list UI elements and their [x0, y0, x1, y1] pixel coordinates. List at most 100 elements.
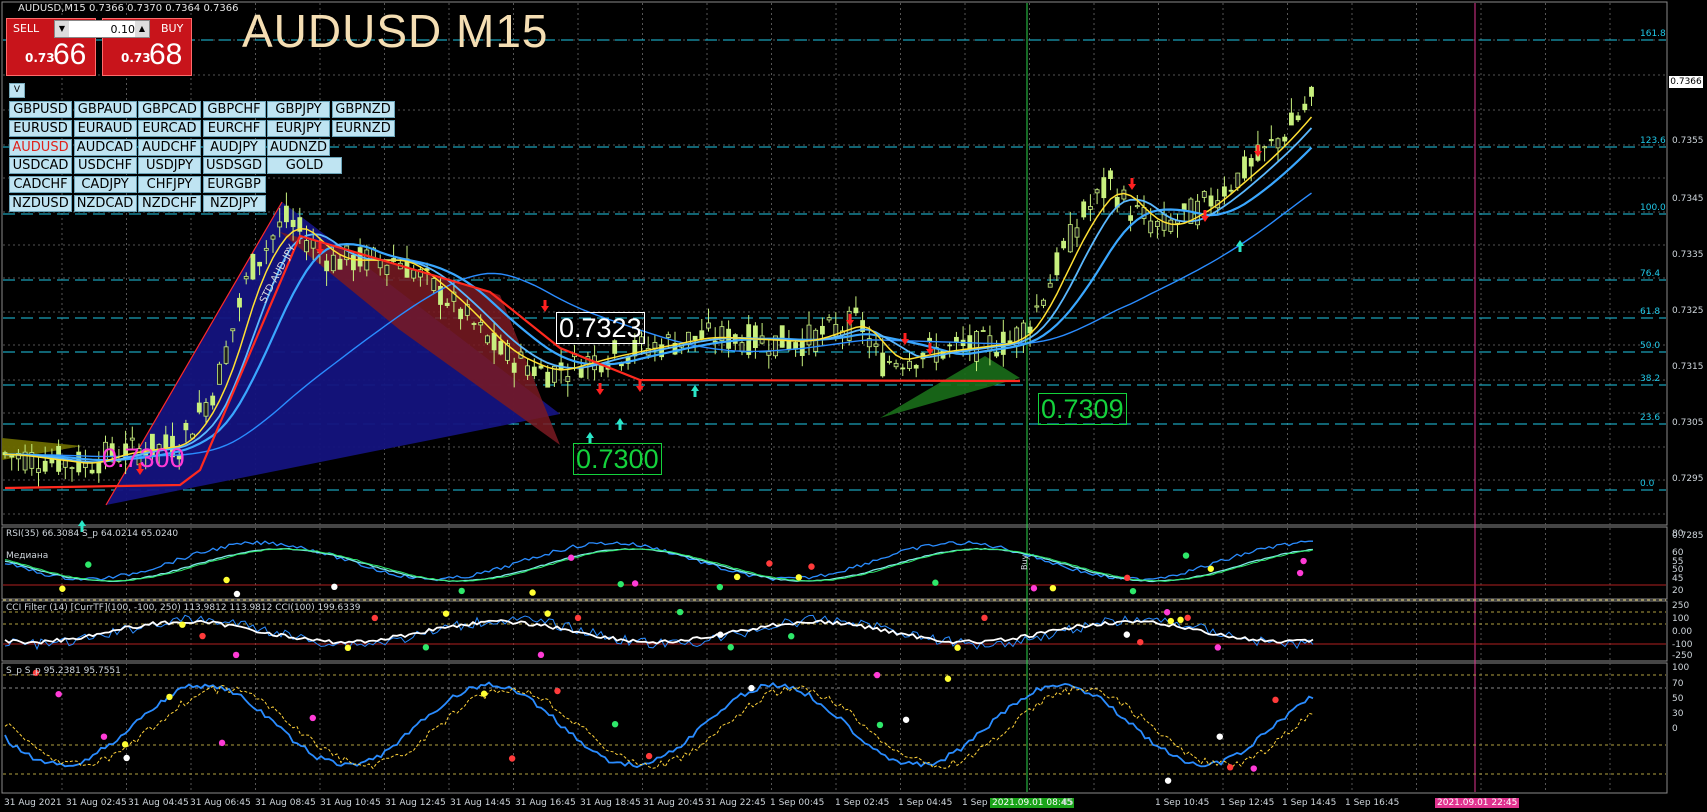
pair-button-eurgbp[interactable]: EURGBP [202, 176, 266, 194]
pair-button-audjpy[interactable]: AUDJPY [202, 138, 266, 156]
stoch-main-line [4, 681, 1314, 769]
signal-dot [85, 561, 92, 568]
candle-bear [1094, 189, 1100, 194]
candle-bear [129, 437, 135, 441]
signal-dot [442, 610, 450, 617]
lot-size-stepper[interactable]: ▼ ▲ [54, 20, 150, 38]
signal-dot [631, 580, 639, 587]
lot-increase-icon[interactable]: ▲ [135, 21, 149, 37]
signal-dot [199, 632, 206, 640]
pair-button-gbpusd[interactable]: GBPUSD [9, 101, 72, 118]
candle-bear [1041, 299, 1046, 306]
candle-bull [1282, 136, 1288, 142]
cci-level-label: -100 [1672, 640, 1693, 650]
pair-button-audcad[interactable]: AUDCAD [73, 138, 137, 156]
candle-bull [1054, 252, 1060, 276]
pair-button-chfjpy[interactable]: CHFJPY [138, 176, 201, 194]
green-wedge [880, 356, 1020, 418]
lot-size-input[interactable] [71, 21, 137, 37]
pair-button-eurjpy[interactable]: EURJPY [267, 119, 330, 137]
pair-button-audnzd[interactable]: AUDNZD [267, 138, 330, 156]
lot-decrease-icon[interactable]: ▼ [55, 21, 69, 37]
pair-button-nzdchf[interactable]: NZDCHF [138, 195, 201, 212]
fib-level-label: 50.0 [1640, 341, 1661, 351]
pair-button-cadjpy[interactable]: CADJPY [73, 176, 137, 194]
candle-bear [893, 362, 899, 368]
candle-bull [1061, 240, 1066, 249]
signal-dot [458, 587, 465, 595]
pair-button-gbpaud[interactable]: GBPAUD [73, 101, 137, 118]
signal-dot [554, 687, 561, 695]
pair-button-gbpcad[interactable]: GBPCAD [138, 101, 201, 118]
candle-bear [270, 235, 276, 240]
sell-signal-arrow-icon [901, 333, 909, 345]
one-click-trading-panel: SELL 0.73 66 BUY 0.73 68 ▼ ▲ [6, 18, 194, 76]
signal-dot [179, 621, 186, 628]
price-axis-label: 0.7295 [1672, 474, 1704, 484]
signal-dot [1137, 638, 1144, 646]
time-axis-label: 1 Sep [962, 798, 988, 808]
candle-bull [250, 253, 256, 280]
candle-bull [779, 325, 785, 348]
signal-dot [1214, 644, 1222, 651]
candle-bull [196, 402, 202, 413]
signal-dot [876, 721, 884, 729]
signal-dot [100, 733, 108, 740]
stoch-level-label: 50 [1672, 694, 1684, 704]
candle-bear [330, 254, 336, 272]
candle-bull [732, 334, 738, 344]
pair-button-usdchf[interactable]: USDCHF [73, 157, 137, 175]
pair-button-eurcad[interactable]: EURCAD [138, 119, 201, 137]
candle-bull [491, 332, 497, 351]
pair-button-audchf[interactable]: AUDCHF [138, 138, 201, 156]
pair-button-audusd[interactable]: AUDUSD [9, 138, 72, 156]
signal-dot [902, 716, 910, 723]
time-axis-label: 1 Sep 02:45 [835, 798, 890, 808]
pair-button-eurnzd[interactable]: EURNZD [331, 119, 395, 137]
sell-signal-arrow-icon [636, 380, 644, 392]
pair-panel-toggle[interactable]: V [9, 83, 25, 98]
pair-button-nzdusd[interactable]: NZDUSD [9, 195, 72, 212]
signal-dot [1030, 585, 1038, 592]
candle-bull [237, 297, 242, 308]
pair-button-usdjpy[interactable]: USDJPY [138, 157, 201, 175]
candle-bear [739, 342, 745, 352]
pair-button-cadchf[interactable]: CADCHF [9, 176, 72, 194]
time-axis-label: 31 Aug 18:45 [580, 798, 641, 808]
signal-dot [717, 631, 724, 638]
candle-bear [706, 322, 711, 329]
candle-bear [1148, 220, 1154, 234]
time-axis-label: 31 Aug 16:45 [515, 798, 576, 808]
pair-button-gold[interactable]: GOLD [267, 157, 342, 175]
buy-signal-arrow-icon [616, 418, 624, 430]
pair-button-gbpjpy[interactable]: GBPJPY [267, 101, 330, 118]
candle-bull [337, 258, 343, 270]
pair-button-eurchf[interactable]: EURCHF [202, 119, 266, 137]
signal-dot [1123, 631, 1131, 638]
signal-dot [788, 633, 795, 640]
price-tag-right: 0.7309 [1038, 393, 1127, 425]
pair-button-euraud[interactable]: EURAUD [73, 119, 137, 137]
candle-bear [826, 317, 832, 321]
candle-bull [1248, 158, 1254, 167]
future-time-tag: 2021.09.01 22:45 [1435, 798, 1520, 808]
signal-dot [727, 644, 734, 651]
pair-button-eurusd[interactable]: EURUSD [9, 119, 72, 137]
candle-bear [652, 342, 658, 349]
pair-button-gbpnzd[interactable]: GBPNZD [331, 101, 395, 118]
pair-button-gbpchf[interactable]: GBPCHF [202, 101, 266, 118]
pair-button-usdcad[interactable]: USDCAD [9, 157, 72, 175]
cci-level-label: 250 [1672, 601, 1690, 611]
signal-dot [617, 580, 624, 588]
candle-bear [1034, 305, 1040, 308]
signal-dot [1049, 584, 1057, 592]
time-axis-label: 1 Sep 10:45 [1155, 798, 1210, 808]
pair-button-nzdcad[interactable]: NZDCAD [73, 195, 137, 212]
signal-dot [1184, 614, 1191, 621]
rsi-frame [1, 526, 1668, 600]
candle-bear [1134, 205, 1140, 208]
pair-button-usdsgd[interactable]: USDSGD [202, 157, 266, 175]
pair-button-nzdjpy[interactable]: NZDJPY [202, 195, 266, 212]
candle-bull [1302, 103, 1308, 111]
stoch-level-label: 30 [1672, 709, 1684, 719]
